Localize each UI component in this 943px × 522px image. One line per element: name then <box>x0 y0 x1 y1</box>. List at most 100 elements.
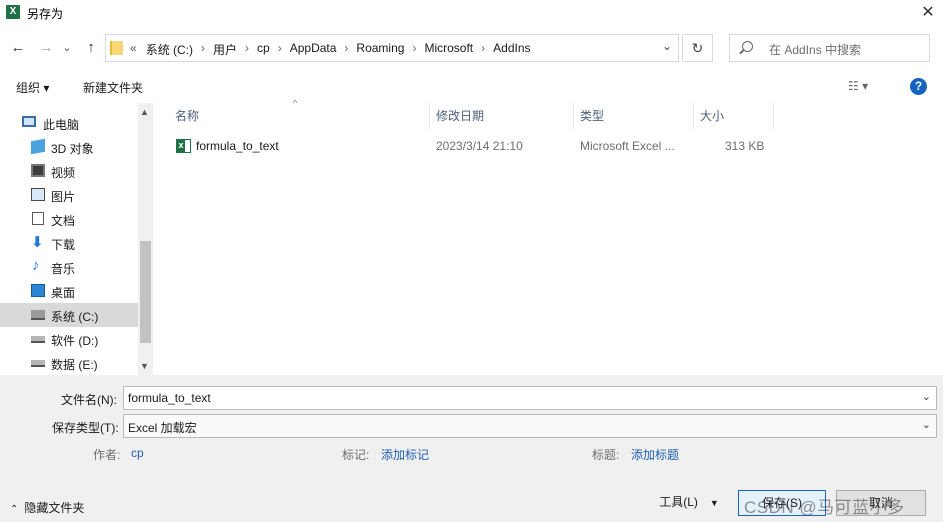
download-icon: ⬇ <box>31 234 44 251</box>
filetype-label: 保存类型(T): <box>52 421 119 435</box>
sidebar-item-3d-objects[interactable]: 3D 对象 <box>0 135 138 159</box>
watermark-text: CSDN @马可蓝小多 <box>744 498 905 517</box>
sidebar-item-drive-e[interactable]: 数据 (E:) <box>0 351 138 375</box>
chevron-right-icon[interactable]: › <box>278 41 282 58</box>
file-name: formula_to_text <box>196 139 279 153</box>
dialog-title: 另存为 <box>27 7 64 21</box>
sidebar-item-label: 数据 (E:) <box>51 358 98 372</box>
picture-icon <box>31 188 45 201</box>
breadcrumb-item[interactable]: cp <box>257 41 270 58</box>
filename-field[interactable]: formula_to_text ⌄ <box>123 386 937 410</box>
computer-icon <box>22 116 36 127</box>
navigation-pane: 此电脑 3D 对象 视频 图片 文档 ⬇ 下载 ♪ 音乐 桌面 系统 (C:) … <box>0 103 153 375</box>
column-header-modified[interactable]: 修改日期 <box>430 103 574 129</box>
recent-locations-button[interactable]: ⌄ <box>60 38 74 58</box>
sidebar-item-label: 软件 (D:) <box>51 334 99 348</box>
chevron-right-icon[interactable]: › <box>344 41 348 58</box>
folder-icon <box>110 41 123 55</box>
breadcrumb-item[interactable]: Microsoft <box>424 41 473 58</box>
breadcrumb-item[interactable]: 系统 (C:) <box>146 41 193 58</box>
refresh-button[interactable]: ↻ <box>682 34 713 62</box>
excel-addin-icon <box>176 139 191 153</box>
sidebar-item-label: 文档 <box>51 214 76 228</box>
author-field[interactable]: cp <box>131 446 144 460</box>
filename-label: 文件名(N): <box>61 393 117 407</box>
filename-value: formula_to_text <box>128 391 211 405</box>
sidebar-item-label: 3D 对象 <box>51 142 94 156</box>
search-input[interactable]: 在 AddIns 中搜索 <box>729 34 930 62</box>
title-field[interactable]: 添加标题 <box>631 446 679 463</box>
excel-app-icon: X <box>6 5 20 19</box>
tags-field[interactable]: 添加标记 <box>381 446 429 463</box>
scroll-up-icon[interactable]: ▲ <box>140 107 149 117</box>
sidebar-item-drive-c[interactable]: 系统 (C:) <box>0 303 138 327</box>
organize-menu-button[interactable]: 组织 ▾ <box>16 79 49 96</box>
sidebar-item-documents[interactable]: 文档 <box>0 207 138 231</box>
video-icon <box>31 164 45 177</box>
sidebar-item-this-pc[interactable]: 此电脑 <box>0 111 138 135</box>
filetype-value: Excel 加载宏 <box>128 421 197 435</box>
tools-menu-button[interactable]: 工具(L) ▼ <box>648 490 730 516</box>
close-button[interactable]: ✕ <box>913 0 943 26</box>
column-header-size[interactable]: 大小 <box>694 103 774 129</box>
up-button[interactable]: ↑ <box>81 38 101 58</box>
address-dropdown-icon[interactable]: ⌄ <box>662 39 672 53</box>
chevron-right-icon[interactable]: › <box>201 41 205 58</box>
music-icon: ♪ <box>32 257 40 274</box>
sidebar-item-videos[interactable]: 视频 <box>0 159 138 183</box>
breadcrumb: « 系统 (C:) › 用户 › cp › AppData › Roaming … <box>130 41 531 58</box>
title-bar: X 另存为 ✕ <box>0 0 943 26</box>
sidebar-item-drive-d[interactable]: 软件 (D:) <box>0 327 138 351</box>
chevron-right-icon[interactable]: › <box>412 41 416 58</box>
new-folder-button[interactable]: 新建文件夹 <box>83 79 143 96</box>
drive-system-icon <box>31 310 45 320</box>
chevron-down-icon[interactable]: ⌄ <box>922 390 931 403</box>
hide-folders-label: 隐藏文件夹 <box>24 501 85 515</box>
breadcrumb-item[interactable]: 用户 <box>213 41 237 58</box>
tools-label: 工具(L) <box>659 495 698 509</box>
file-modified: 2023/3/14 21:10 <box>436 139 523 153</box>
search-placeholder: 在 AddIns 中搜索 <box>769 43 862 57</box>
filetype-select[interactable]: Excel 加载宏 ⌄ <box>123 414 937 438</box>
forward-button[interactable]: → <box>36 38 56 58</box>
title-label: 标题: <box>592 448 620 462</box>
chevron-up-icon: ⌃ <box>10 504 19 515</box>
sidebar-scrollbar[interactable]: ▲ ▼ <box>138 103 153 375</box>
chevron-down-icon[interactable]: ⌄ <box>922 418 931 431</box>
sidebar-item-label: 系统 (C:) <box>51 310 99 324</box>
column-header-type[interactable]: 类型 <box>574 103 694 129</box>
hide-folders-button[interactable]: ⌃ 隐藏文件夹 <box>10 499 84 516</box>
column-header-name[interactable]: 名称 <box>169 103 430 129</box>
document-icon <box>32 212 44 225</box>
sidebar-item-music[interactable]: ♪ 音乐 <box>0 255 138 279</box>
sidebar-item-downloads[interactable]: ⬇ 下载 <box>0 231 138 255</box>
address-bar[interactable]: « 系统 (C:) › 用户 › cp › AppData › Roaming … <box>105 34 679 62</box>
view-options-icon[interactable]: ☷ ▾ <box>848 79 868 93</box>
breadcrumb-item[interactable]: AppData <box>290 41 337 58</box>
sidebar-item-desktop[interactable]: 桌面 <box>0 279 138 303</box>
help-icon[interactable]: ? <box>910 78 927 95</box>
file-size: 313 KB <box>725 139 765 153</box>
sidebar-item-label: 视频 <box>51 166 76 180</box>
breadcrumb-overflow[interactable]: « <box>130 41 137 58</box>
chevron-right-icon[interactable]: › <box>481 41 485 58</box>
breadcrumb-item[interactable]: Roaming <box>356 41 404 58</box>
chevron-right-icon[interactable]: › <box>245 41 249 58</box>
drive-icon <box>31 360 45 367</box>
file-list-item[interactable]: formula_to_text 2023/3/14 21:10 Microsof… <box>170 134 775 158</box>
search-icon <box>742 41 753 52</box>
scrollbar-thumb[interactable] <box>140 241 151 343</box>
breadcrumb-item[interactable]: AddIns <box>493 41 530 58</box>
drive-icon <box>31 336 45 343</box>
sidebar-item-pictures[interactable]: 图片 <box>0 183 138 207</box>
sidebar-item-label: 图片 <box>51 190 76 204</box>
back-button[interactable]: ← <box>8 38 28 58</box>
author-label: 作者: <box>93 448 121 462</box>
desktop-icon <box>31 284 45 297</box>
sidebar-item-label: 下载 <box>51 238 76 252</box>
file-type: Microsoft Excel ... <box>580 139 675 153</box>
tags-label: 标记: <box>342 448 370 462</box>
scroll-down-icon[interactable]: ▼ <box>140 361 149 371</box>
sidebar-item-label: 此电脑 <box>43 118 80 132</box>
dropdown-arrow-icon: ▼ <box>709 498 719 508</box>
